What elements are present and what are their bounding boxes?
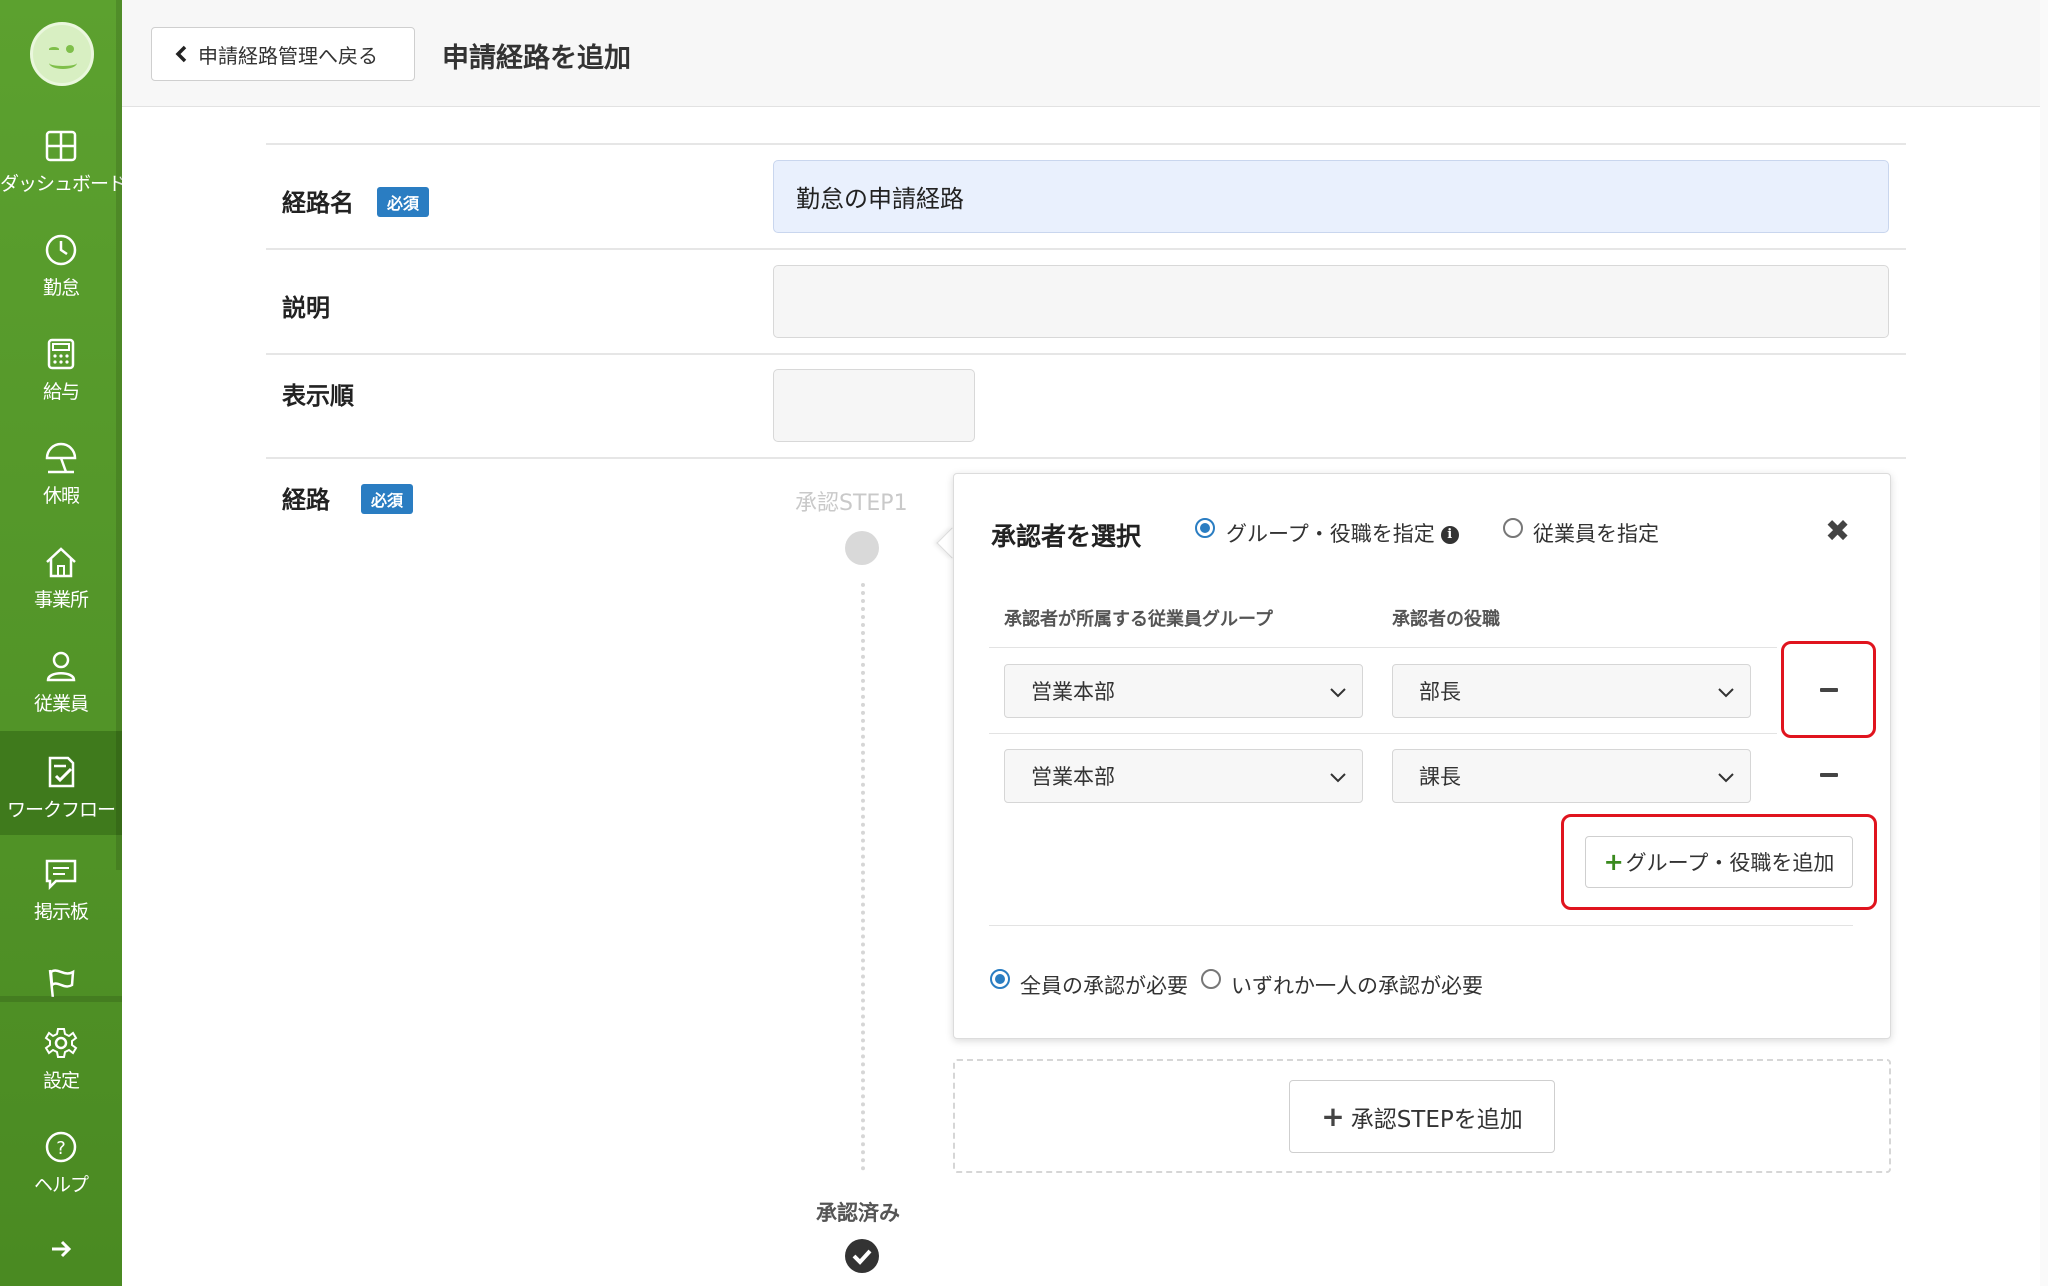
sidebar-item-workflow[interactable]: ワークフロー <box>0 731 122 835</box>
info-icon[interactable]: i <box>1440 526 1459 544</box>
chevron-down-icon <box>1718 773 1734 783</box>
column-header-role: 承認者の役職 <box>1392 609 1500 630</box>
sidebar: ダッシュボード 勤怠 給与 休暇 事業所 従業員 ワークフロー 掲示板 設定 ?… <box>0 0 127 1286</box>
add-step-label: 承認STEPを追加 <box>1350 1106 1523 1133</box>
sidebar-item-employees[interactable]: 従業員 <box>0 625 122 729</box>
svg-text:?: ? <box>56 1138 66 1159</box>
step-label: 承認STEP1 <box>795 491 908 516</box>
sidebar-expand-button[interactable] <box>0 1225 122 1275</box>
add-group-role-label: グループ・役職を追加 <box>1625 851 1835 875</box>
approval-option-any[interactable]: いずれか一人の承認が必要 <box>1231 970 1483 1000</box>
description-label: 説明 <box>282 294 330 322</box>
mode-radio-group-role[interactable] <box>1195 518 1215 538</box>
mode-option-group-role[interactable]: グループ・役職を指定 i <box>1226 518 1459 548</box>
home-icon <box>46 547 76 578</box>
sidebar-item-label: 給与 <box>42 381 80 403</box>
sidebar-item-label: ヘルプ <box>33 1174 89 1196</box>
group-select[interactable]: 営業本部 <box>1004 749 1363 803</box>
app-logo[interactable] <box>30 22 94 86</box>
description-input[interactable] <box>773 265 1889 338</box>
group-select-value: 営業本部 <box>1031 680 1115 704</box>
group-select-value: 営業本部 <box>1031 765 1115 789</box>
role-select-value: 課長 <box>1419 765 1461 789</box>
sidebar-item-payroll[interactable]: 給与 <box>0 313 122 417</box>
sidebar-item-label: 事業所 <box>33 589 89 611</box>
person-icon <box>46 651 76 682</box>
panel-divider <box>989 925 1853 926</box>
role-select-value: 部長 <box>1419 680 1461 704</box>
dashboard-icon <box>45 130 77 162</box>
clock-icon <box>45 234 77 266</box>
sidebar-item-settings[interactable]: 設定 <box>0 1002 122 1106</box>
sidebar-item-label: 勤怠 <box>42 277 80 299</box>
plus-icon: + <box>1321 1100 1345 1133</box>
required-badge: 必須 <box>361 484 414 514</box>
sidebar-item-label: 休暇 <box>42 485 80 507</box>
page-scrollbar[interactable] <box>2040 0 2048 1286</box>
sidebar-item-bulletin[interactable]: 掲示板 <box>0 833 122 937</box>
route-name-input[interactable]: 勤怠の申請経路 <box>773 160 1889 233</box>
page-title: 申請経路を追加 <box>442 43 631 74</box>
message-icon <box>45 859 77 891</box>
chevron-down-icon <box>1718 688 1734 698</box>
flag-icon <box>48 969 75 997</box>
table-divider <box>989 733 1777 734</box>
sidebar-item-dashboard[interactable]: ダッシュボード <box>0 105 127 209</box>
page-header: 申請経路管理へ戻る 申請経路を追加 <box>122 0 2048 107</box>
column-header-group: 承認者が所属する従業員グループ <box>1004 609 1273 630</box>
remove-row-button[interactable] <box>1820 773 1838 777</box>
highlight-box <box>1781 641 1876 738</box>
calculator-icon <box>47 338 75 370</box>
sidebar-item-label: ダッシュボード <box>0 173 127 195</box>
step-connector <box>861 583 865 1171</box>
sidebar-item-office[interactable]: 事業所 <box>0 521 122 625</box>
chevron-left-icon <box>175 45 187 63</box>
divider <box>266 143 1906 145</box>
plus-icon: + <box>1603 848 1624 876</box>
mode-option-employee[interactable]: 従業員を指定 <box>1533 518 1659 548</box>
group-select[interactable]: 営業本部 <box>1004 664 1363 718</box>
sidebar-item-leave[interactable]: 休暇 <box>0 417 122 521</box>
divider <box>266 353 1906 355</box>
add-step-button[interactable]: + 承認STEPを追加 <box>1289 1080 1555 1153</box>
approval-radio-any[interactable] <box>1201 969 1221 989</box>
role-select[interactable]: 課長 <box>1392 749 1751 803</box>
approval-option-all[interactable]: 全員の承認が必要 <box>1020 970 1188 1000</box>
back-button[interactable]: 申請経路管理へ戻る <box>151 27 415 81</box>
sidebar-item-label: 掲示板 <box>33 901 89 923</box>
mode-radio-employee[interactable] <box>1503 518 1523 538</box>
help-icon: ? <box>45 1131 77 1163</box>
add-group-role-button[interactable]: + グループ・役職を追加 <box>1585 836 1853 888</box>
required-badge: 必須 <box>377 187 430 217</box>
approved-label: 承認済み <box>816 1201 900 1225</box>
table-divider <box>989 647 1777 648</box>
sidebar-scrollbar[interactable] <box>116 0 122 870</box>
divider <box>266 248 1906 250</box>
chevron-down-icon <box>1330 773 1346 783</box>
back-button-label: 申請経路管理へ戻る <box>198 43 378 68</box>
gear-icon <box>44 1028 78 1058</box>
display-order-input[interactable] <box>773 369 975 442</box>
role-select[interactable]: 部長 <box>1392 664 1751 718</box>
sidebar-item-label: ワークフロー <box>6 799 116 821</box>
approval-radio-all[interactable] <box>990 969 1010 989</box>
mode-option-label: グループ・役職を指定 <box>1226 522 1435 546</box>
divider <box>266 457 1906 459</box>
close-icon[interactable]: ✖ <box>1825 514 1850 549</box>
checklist-icon <box>48 756 75 788</box>
chevron-down-icon <box>1330 688 1346 698</box>
panel-title: 承認者を選択 <box>991 522 1142 551</box>
arrow-right-icon <box>52 1240 72 1258</box>
sidebar-item-label: 設定 <box>42 1070 80 1092</box>
route-label: 経路 <box>282 486 330 514</box>
step-dot[interactable] <box>845 531 879 565</box>
route-name-label: 経路名 <box>282 189 354 217</box>
check-circle-icon <box>845 1239 879 1273</box>
sidebar-item-flag[interactable] <box>0 937 122 997</box>
display-order-label: 表示順 <box>282 382 354 410</box>
umbrella-icon <box>45 442 77 474</box>
sidebar-item-label: 従業員 <box>33 693 89 715</box>
sidebar-item-help[interactable]: ? ヘルプ <box>0 1106 122 1210</box>
sidebar-item-attendance[interactable]: 勤怠 <box>0 209 122 313</box>
